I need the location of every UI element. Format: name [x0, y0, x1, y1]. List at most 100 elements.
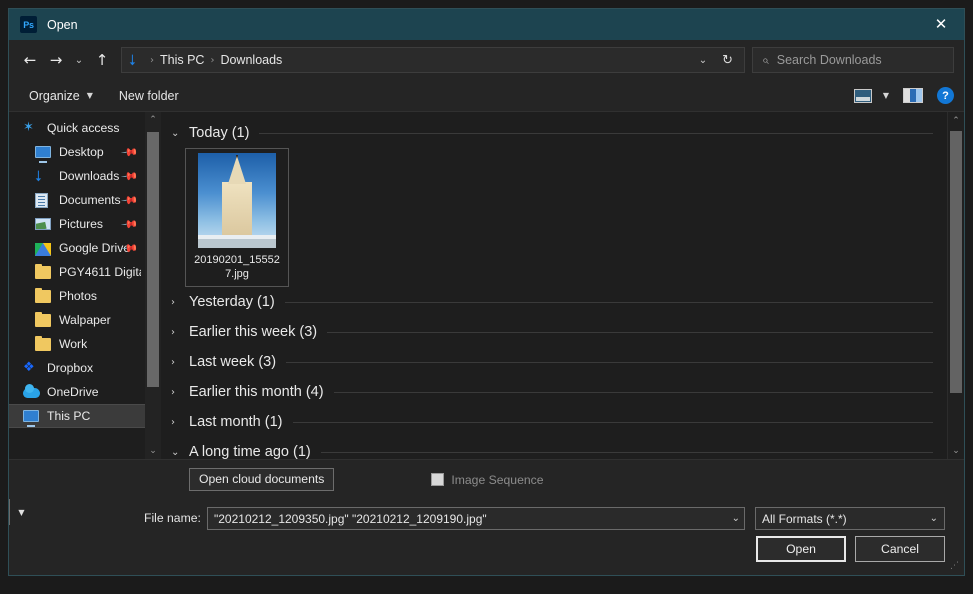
scroll-down-icon[interactable]: ⌄	[948, 442, 964, 459]
sidebar-item-pgy4611-digital[interactable]: PGY4611 Digital	[9, 260, 145, 284]
address-bar[interactable]: ⭣ › This PC › Downloads ⌄ ↻	[121, 47, 745, 73]
open-button[interactable]: Open	[756, 536, 846, 562]
document-icon	[35, 192, 52, 208]
refresh-icon[interactable]: ↻	[715, 53, 740, 68]
scroll-up-icon[interactable]: ⌃	[145, 112, 161, 128]
sidebar-item-label: Quick access	[47, 121, 120, 135]
close-icon[interactable]: ✕	[918, 9, 964, 40]
chevron-right-icon[interactable]: ›	[171, 387, 189, 398]
up-button[interactable]: ↑	[89, 47, 115, 73]
file-group-label: Yesterday (1)	[189, 294, 275, 310]
back-button[interactable]: ←	[17, 47, 43, 73]
file-format-select[interactable]: All Formats (*.*) ⌄	[755, 507, 945, 530]
sidebar-scroll-thumb[interactable]	[147, 132, 159, 387]
sidebar-scroll-track[interactable]	[145, 128, 161, 443]
sidebar-item-label: Google Drive	[59, 241, 131, 255]
file-group-header[interactable]: ⌄ Today (1)	[171, 118, 947, 148]
chevron-down-icon[interactable]: ⌄	[724, 513, 740, 524]
chevron-right-icon[interactable]: ›	[171, 297, 189, 308]
file-group-header[interactable]: › Yesterday (1)	[171, 287, 947, 317]
folder-icon	[35, 336, 52, 352]
open-file-dialog: Ps Open ✕ ← → ⌄ ↑ ⭣ › This PC › Download…	[8, 8, 965, 576]
forward-button[interactable]: →	[43, 47, 69, 73]
divider	[292, 421, 933, 423]
search-input[interactable]: Search Downloads	[777, 53, 882, 67]
star-icon: ✶	[23, 120, 34, 135]
file-format-value: All Formats (*.*)	[762, 511, 847, 526]
new-folder-button[interactable]: New folder	[119, 89, 179, 103]
pin-icon[interactable]: 📌	[121, 191, 140, 210]
recent-locations-icon[interactable]: ⌄	[69, 47, 89, 73]
view-options-caret[interactable]: ▼	[876, 91, 889, 100]
sidebar-item-photos[interactable]: Photos	[9, 284, 145, 308]
chevron-right-icon[interactable]: ›	[171, 327, 189, 338]
scroll-up-icon[interactable]: ⌃	[948, 112, 964, 129]
search-icon: ⌕	[762, 52, 769, 67]
google-drive-icon	[35, 240, 52, 256]
help-icon[interactable]: ?	[937, 87, 954, 104]
file-name-label: File name:	[144, 511, 201, 525]
sidebar-item-google-drive[interactable]: Google Drive 📌	[9, 236, 145, 260]
image-sequence-label: Image Sequence	[451, 472, 544, 487]
breadcrumb-item-this-pc[interactable]: This PC	[160, 53, 204, 67]
sidebar-item-onedrive[interactable]: OneDrive	[9, 380, 145, 404]
sidebar-item-documents[interactable]: Documents 📌	[9, 188, 145, 212]
sidebar-item-pictures[interactable]: Pictures 📌	[9, 212, 145, 236]
cancel-button-label: Cancel	[881, 542, 919, 556]
download-icon: ⭣	[35, 167, 43, 185]
resize-grip[interactable]: ⋰	[950, 562, 960, 572]
sidebar-scrollbar[interactable]: ⌃ ⌄	[145, 112, 161, 459]
file-group-header[interactable]: › Earlier this month (4)	[171, 377, 947, 407]
preview-pane-button[interactable]	[903, 88, 923, 103]
pin-icon[interactable]: 📌	[121, 215, 140, 234]
folder-icon	[35, 312, 52, 328]
sidebar-scroll-area: ✶ Quick access Desktop 📌 ⭣ Downloads 📌 Document…	[9, 112, 145, 459]
sidebar-item-this-pc[interactable]: This PC	[9, 404, 145, 428]
sidebar-item-work[interactable]: Work	[9, 332, 145, 356]
dropbox-icon: ❖	[23, 360, 35, 375]
file-list-scroll-track[interactable]	[948, 129, 964, 442]
file-group-header[interactable]: › Earlier this week (3)	[171, 317, 947, 347]
breadcrumb-separator: ›	[150, 54, 154, 66]
cancel-button[interactable]: Cancel	[855, 536, 945, 562]
monitor-icon	[35, 144, 52, 160]
sidebar-item-quick-access[interactable]: ✶ Quick access	[9, 116, 145, 140]
organize-label: Organize	[29, 88, 80, 103]
chevron-down-icon[interactable]: ⌄	[171, 447, 189, 458]
chevron-down-icon[interactable]: ⌄	[171, 128, 189, 139]
chevron-right-icon[interactable]: ›	[171, 357, 189, 368]
image-sequence-checkbox[interactable]	[431, 473, 445, 486]
image-sequence-checkbox-group[interactable]: Image Sequence	[431, 472, 544, 487]
sidebar-item-dropbox[interactable]: ❖ Dropbox	[9, 356, 145, 380]
sidebar-item-desktop[interactable]: Desktop 📌	[9, 140, 145, 164]
open-cloud-documents-button[interactable]: Open cloud documents	[189, 467, 335, 492]
pin-icon[interactable]: 📌	[121, 167, 140, 186]
divider	[320, 451, 933, 453]
file-group-header[interactable]: › Last week (3)	[171, 347, 947, 377]
open-button-label: Open	[786, 542, 816, 556]
search-box[interactable]: ⌕ Search Downloads	[752, 47, 954, 73]
sidebar-item-walpaper[interactable]: Walpaper	[9, 308, 145, 332]
organize-button[interactable]: Organize ▼	[29, 89, 93, 103]
breadcrumb-item-downloads[interactable]: Downloads	[220, 53, 282, 67]
file-list-content: ⌄ Today (1) 20190201_155527.jpg › Yesterday …	[161, 112, 947, 459]
sidebar-item-label: Desktop	[59, 145, 104, 159]
open-dropdown-button[interactable]: ▼	[9, 499, 33, 525]
view-icon	[853, 88, 872, 103]
sidebar-item-label: Pictures	[59, 217, 104, 231]
pin-icon[interactable]: 📌	[121, 143, 140, 162]
file-group-header[interactable]: › Last month (1)	[171, 407, 947, 437]
change-view-button[interactable]	[853, 88, 872, 103]
file-list-scrollbar[interactable]: ⌃ ⌄	[947, 112, 964, 459]
command-bar: Organize ▼ New folder ▼ ?	[9, 80, 964, 111]
file-tile[interactable]: 20190201_155527.jpg	[185, 148, 289, 287]
scroll-down-icon[interactable]: ⌄	[145, 443, 161, 459]
file-list-scroll-thumb[interactable]	[950, 131, 962, 393]
chevron-down-icon[interactable]: ⌄	[691, 55, 715, 66]
chevron-down-icon: ▼	[86, 91, 93, 100]
chevron-right-icon[interactable]: ›	[171, 417, 189, 428]
file-group-header[interactable]: ⌄ A long time ago (1)	[171, 437, 947, 459]
file-name-input[interactable]: "20210212_1209350.jpg" "20210212_1209190…	[207, 507, 745, 530]
navigation-sidebar: ✶ Quick access Desktop 📌 ⭣ Downloads 📌 Document…	[9, 112, 161, 459]
sidebar-item-downloads[interactable]: ⭣ Downloads 📌	[9, 164, 145, 188]
